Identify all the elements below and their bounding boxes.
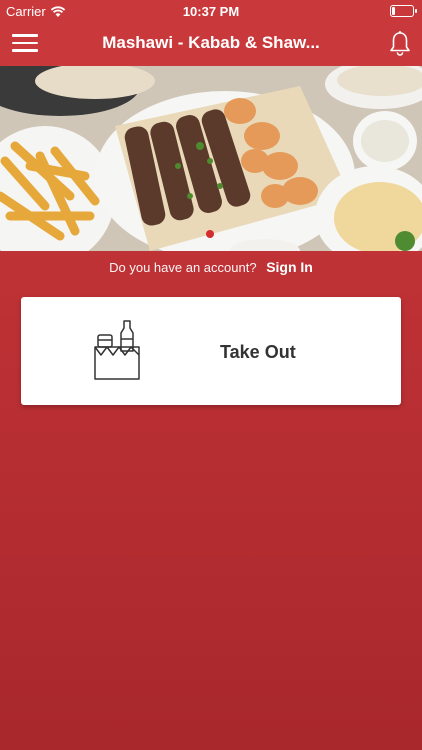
hamburger-menu-icon[interactable]	[12, 34, 38, 54]
hero-food-image	[0, 66, 422, 251]
status-bar: Carrier 10:37 PM	[0, 0, 422, 22]
navigation-bar: Mashawi - Kabab & Shaw...	[0, 22, 422, 66]
take-out-option[interactable]: Take Out	[21, 297, 401, 405]
account-prompt: Do you have an account? Sign In	[0, 259, 422, 275]
page-title: Mashawi - Kabab & Shaw...	[102, 33, 320, 52]
sign-in-link[interactable]: Sign In	[266, 259, 313, 275]
food-platter-photo	[0, 66, 422, 251]
clock: 10:37 PM	[182, 4, 240, 19]
battery-icon	[390, 5, 417, 17]
account-question: Do you have an account?	[109, 260, 257, 275]
takeout-bag-icon	[94, 320, 140, 380]
bell-icon[interactable]	[388, 30, 412, 58]
take-out-label: Take Out	[220, 342, 296, 362]
